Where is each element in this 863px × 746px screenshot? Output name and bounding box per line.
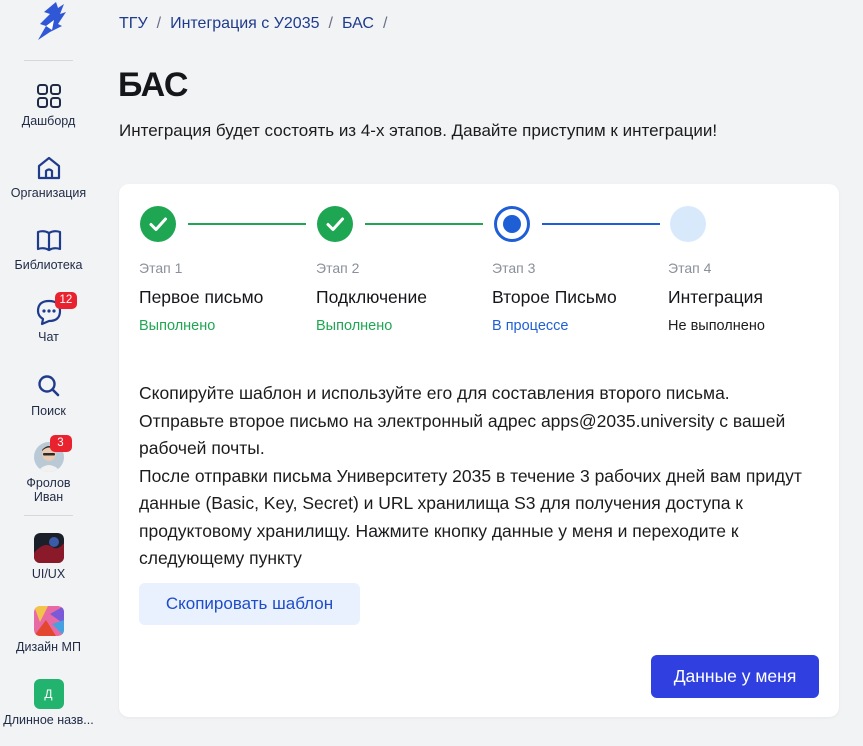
dashboard-grid-icon: [36, 84, 61, 108]
sidebar: Дашборд Организация Библиотека 12 Чат По…: [0, 0, 97, 746]
step-connector: [365, 223, 483, 225]
page-subtitle: Интеграция будет состоять из 4-х этапов.…: [119, 121, 718, 140]
breadcrumb-separator: /: [328, 15, 333, 32]
check-icon: [149, 217, 167, 231]
page-title: БАС: [118, 66, 188, 104]
sidebar-project-design[interactable]: Дизайн МП: [0, 606, 97, 654]
breadcrumb-item-integration[interactable]: Интеграция с У2035: [170, 15, 319, 33]
step-3: Этап 3 Второе Письмо В процессе: [492, 260, 617, 334]
profile-badge: 3: [49, 435, 72, 452]
project-thumbnail: [33, 606, 64, 636]
step-status: Выполнено: [316, 318, 393, 334]
sidebar-item-organization[interactable]: Организация: [0, 154, 97, 200]
breadcrumb-item-bas[interactable]: БАС: [342, 15, 374, 33]
active-dot-icon: [503, 215, 521, 233]
breadcrumb-separator: /: [156, 15, 162, 32]
project-letter-avatar: Д: [33, 679, 64, 709]
book-icon: [36, 230, 61, 252]
sidebar-project-uiux[interactable]: UI/UX: [0, 533, 97, 581]
step-1-indicator: [140, 206, 176, 242]
step-3-indicator: [494, 206, 530, 242]
step-2: Этап 2 Подключение Выполнено: [316, 260, 427, 334]
logo-icon[interactable]: [28, 0, 70, 42]
instruction-line-2: Отправьте второе письмо на электронный а…: [139, 410, 786, 459]
step-4: Этап 4 Интеграция Не выполнено: [668, 260, 765, 334]
breadcrumb-separator: /: [382, 15, 388, 32]
step-name: Второе Письмо: [492, 287, 617, 307]
breadcrumb: ТГУ / Интеграция с У2035 / БАС /: [119, 15, 396, 33]
sidebar-item-label: UI/UX: [31, 567, 66, 581]
sidebar-item-dashboard[interactable]: Дашборд: [0, 82, 97, 128]
copy-template-button[interactable]: Скопировать шаблон: [139, 583, 360, 625]
sidebar-item-profile[interactable]: 3 Фролов Иван: [0, 435, 97, 504]
sidebar-divider: [24, 60, 73, 61]
sidebar-item-label: Организация: [10, 186, 87, 200]
step-number: Этап 2: [316, 260, 360, 276]
chat-unread-badge: 12: [54, 292, 78, 309]
sidebar-item-library[interactable]: Библиотека: [0, 226, 97, 272]
step-status: Выполнено: [139, 318, 216, 334]
step-4-indicator: [670, 206, 706, 242]
step-2-indicator: [317, 206, 353, 242]
sidebar-item-label: Дашборд: [21, 114, 76, 128]
sidebar-item-label: Чат: [38, 330, 59, 344]
avatar: 3: [33, 435, 72, 472]
sidebar-project-long-name[interactable]: Д Длинное назв...: [0, 679, 97, 727]
step-connector: [542, 223, 660, 225]
sidebar-item-label: Поиск: [31, 404, 66, 418]
sidebar-item-label: Длинное назв...: [3, 713, 94, 727]
instruction-line-3: После отправки письма Университету 2035 …: [139, 465, 802, 569]
step-number: Этап 3: [492, 260, 536, 276]
chat-icon-wrap: 12: [35, 292, 78, 326]
instruction-line-1: Скопируйте шаблон и используйте его для …: [139, 383, 730, 403]
step-number: Этап 1: [139, 260, 183, 276]
step-status: В процессе: [492, 318, 569, 334]
project-thumbnail: [33, 533, 64, 563]
search-icon: [37, 375, 59, 397]
step-connector: [188, 223, 306, 225]
breadcrumb-item-tgu[interactable]: ТГУ: [119, 15, 148, 33]
sidebar-item-label: Дизайн МП: [16, 640, 81, 654]
step-status: Не выполнено: [668, 318, 765, 334]
sidebar-item-search[interactable]: Поиск: [0, 372, 97, 418]
organization-home-icon: [37, 156, 60, 180]
step-number: Этап 4: [668, 260, 712, 276]
step-name: Первое письмо: [139, 287, 264, 307]
sidebar-divider: [24, 515, 73, 516]
sidebar-item-label: Фролов Иван: [26, 476, 71, 504]
sidebar-item-chat[interactable]: 12 Чат: [0, 292, 97, 344]
have-data-button[interactable]: Данные у меня: [651, 655, 819, 698]
step-1: Этап 1 Первое письмо Выполнено: [139, 260, 263, 334]
step-name: Интеграция: [668, 287, 763, 307]
check-icon: [326, 217, 344, 231]
instructions-text: Скопируйте шаблон и используйте его для …: [139, 380, 829, 573]
step-name: Подключение: [316, 287, 427, 307]
sidebar-item-label: Библиотека: [14, 258, 83, 272]
